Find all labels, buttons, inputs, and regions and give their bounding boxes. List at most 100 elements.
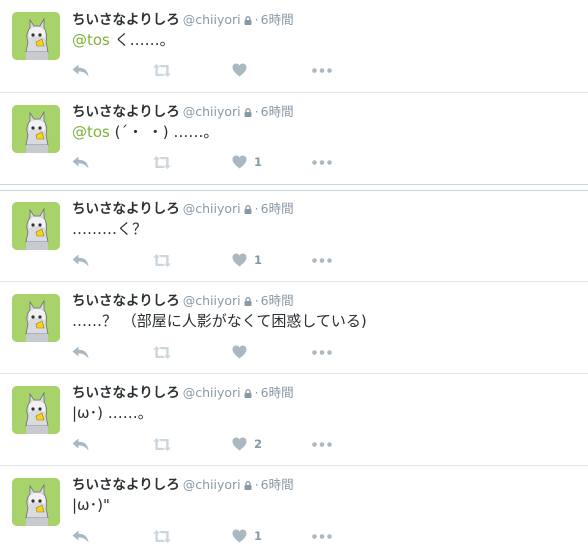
heart-icon [232,529,247,543]
more-button[interactable] [312,251,332,269]
lock-icon [244,297,252,306]
tweet-actions: 2 [72,435,372,453]
display-name[interactable]: ちいさなよりしろ [72,201,180,217]
retweet-button[interactable] [152,251,172,269]
avatar[interactable] [12,105,60,153]
tweet[interactable]: ちいさなよりしろ @chiiyori · 6時間 ……？ （部屋に人影がなくて困惑して… [0,282,588,373]
avatar[interactable] [12,294,60,342]
tweet-text: @tos (´・ ・) ……。 [72,122,218,142]
lock-icon [244,108,252,117]
retweet-button[interactable] [152,435,172,453]
tweet-body: |ω･) ……。 [72,404,153,422]
more-button[interactable] [312,61,332,79]
timestamp[interactable]: 6時間 [261,104,294,119]
reply-icon [72,156,89,168]
tweet-body: ……？ （部屋に人影がなくて困惑している) [72,312,367,330]
avatar[interactable] [12,202,60,250]
retweet-icon [153,253,171,267]
display-name[interactable]: ちいさなよりしろ [72,293,180,309]
timestamp[interactable]: 6時間 [261,201,294,216]
more-button[interactable] [312,343,332,361]
more-button[interactable] [312,527,332,545]
more-button[interactable] [312,153,332,171]
retweet-icon [153,437,171,451]
tweet-actions: 1 [72,527,372,545]
avatar-image [12,12,60,60]
retweet-button[interactable] [152,343,172,361]
username[interactable]: @chiiyori [183,385,241,400]
tweet-body: (´・ ・) ……。 [109,123,219,141]
tweet-body: |ω･)" [72,496,110,514]
tweet[interactable]: ちいさなよりしろ @chiiyori · 6時間 @tos く……。 [0,0,588,92]
avatar-image [12,294,60,342]
lock-icon [244,389,252,398]
like-button[interactable] [232,61,254,79]
tweet-actions [72,343,372,361]
reply-icon [72,254,89,266]
avatar[interactable] [12,386,60,434]
retweet-button[interactable] [152,153,172,171]
display-name[interactable]: ちいさなよりしろ [72,477,180,493]
display-name[interactable]: ちいさなよりしろ [72,12,180,28]
avatar-image [12,386,60,434]
username[interactable]: @chiiyori [183,477,241,492]
like-count: 1 [254,155,263,169]
reply-button[interactable] [72,251,89,269]
timestamp[interactable]: 6時間 [261,385,294,400]
reply-button[interactable] [72,435,89,453]
heart-icon [232,345,247,359]
reply-button[interactable] [72,527,89,545]
heart-icon [232,155,247,169]
reply-icon [72,438,89,450]
tweet-header: ちいさなよりしろ @chiiyori · 6時間 [72,102,294,120]
reply-button[interactable] [72,153,89,171]
mention-link[interactable]: @tos [72,31,110,49]
timestamp[interactable]: 6時間 [261,12,294,27]
tweet[interactable]: ちいさなよりしろ @chiiyori · 6時間 |ω･)" 1 [0,466,588,557]
username[interactable]: @chiiyori [183,104,241,119]
display-name[interactable]: ちいさなよりしろ [72,385,180,401]
tweet-text: |ω･) ……。 [72,403,153,423]
more-icon [312,257,332,263]
heart-icon [232,63,247,77]
like-count: 1 [254,529,263,543]
separator: · [254,477,259,492]
more-button[interactable] [312,435,332,453]
like-count: 2 [254,437,263,451]
retweet-icon [153,63,171,77]
avatar-image [12,105,60,153]
separator: · [254,104,259,119]
more-icon [312,67,332,73]
tweet-header: ちいさなよりしろ @chiiyori · 6時間 [72,383,294,401]
separator: · [254,293,259,308]
like-button[interactable]: 1 [232,153,262,171]
like-button[interactable]: 1 [232,251,262,269]
retweet-button[interactable] [152,527,172,545]
username[interactable]: @chiiyori [183,293,241,308]
reply-button[interactable] [72,343,89,361]
tweet[interactable]: ちいさなよりしろ @chiiyori · 6時間 @tos (´・ ・) ……。 1 [0,93,588,184]
avatar[interactable] [12,478,60,526]
retweet-button[interactable] [152,61,172,79]
tweet[interactable]: ちいさなよりしろ @chiiyori · 6時間 ………く？ 1 [0,191,588,281]
avatar[interactable] [12,12,60,60]
username[interactable]: @chiiyori [183,201,241,216]
more-icon [312,441,332,447]
tweet-header: ちいさなよりしろ @chiiyori · 6時間 [72,199,294,217]
avatar-image [12,478,60,526]
tweet[interactable]: ちいさなよりしろ @chiiyori · 6時間 |ω･) ……。 2 [0,374,588,465]
username[interactable]: @chiiyori [183,12,241,27]
reply-button[interactable] [72,61,89,79]
display-name[interactable]: ちいさなよりしろ [72,104,180,120]
tweet-header: ちいさなよりしろ @chiiyori · 6時間 [72,291,294,309]
reply-icon [72,64,89,76]
tweet-text: |ω･)" [72,495,110,515]
like-button[interactable]: 2 [232,435,262,453]
like-button[interactable]: 1 [232,527,262,545]
tweet-header: ちいさなよりしろ @chiiyori · 6時間 [72,475,294,493]
heart-icon [232,437,247,451]
mention-link[interactable]: @tos [72,123,110,141]
like-button[interactable] [232,343,254,361]
timestamp[interactable]: 6時間 [261,477,294,492]
timestamp[interactable]: 6時間 [261,293,294,308]
